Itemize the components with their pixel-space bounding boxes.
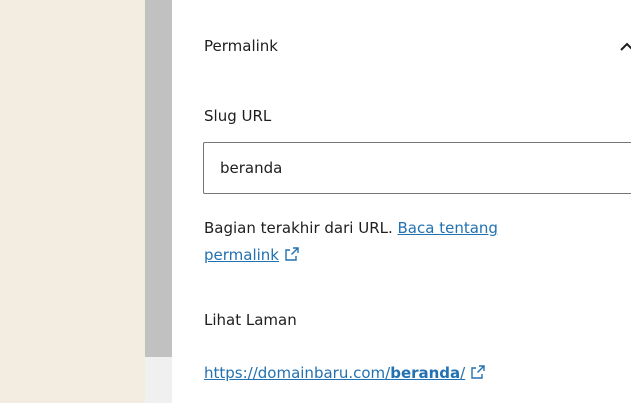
scrollbar-thumb[interactable] [145, 0, 172, 357]
permalink-panel-header[interactable]: Permalink [204, 34, 631, 62]
external-link-icon[interactable] [470, 364, 486, 384]
view-page-label: Lihat Laman [204, 311, 297, 329]
slug-help-text: Bagian terakhir dari URL. Baca tentang pe… [204, 215, 614, 271]
editor-canvas-area [0, 0, 145, 403]
chevron-up-icon[interactable] [616, 36, 631, 58]
settings-sidebar: Permalink Slug URL Bagian terakhir dari … [172, 0, 631, 403]
help-text: Bagian terakhir dari URL. [204, 219, 398, 237]
view-page-link[interactable]: https://domainbaru.com/beranda/ [204, 364, 465, 382]
url-suffix: / [460, 364, 466, 382]
link-text-line2: permalink [204, 246, 279, 264]
link-text-line1: Baca tentang [397, 219, 498, 237]
slug-label: Slug URL [204, 107, 272, 125]
url-prefix: https://domainbaru.com/ [204, 364, 391, 382]
view-page-link-row: https://domainbaru.com/beranda/ [204, 364, 486, 384]
slug-input[interactable] [203, 142, 631, 194]
external-link-icon[interactable] [284, 244, 300, 271]
url-slug: beranda [390, 364, 461, 382]
panel-title: Permalink [204, 37, 278, 55]
